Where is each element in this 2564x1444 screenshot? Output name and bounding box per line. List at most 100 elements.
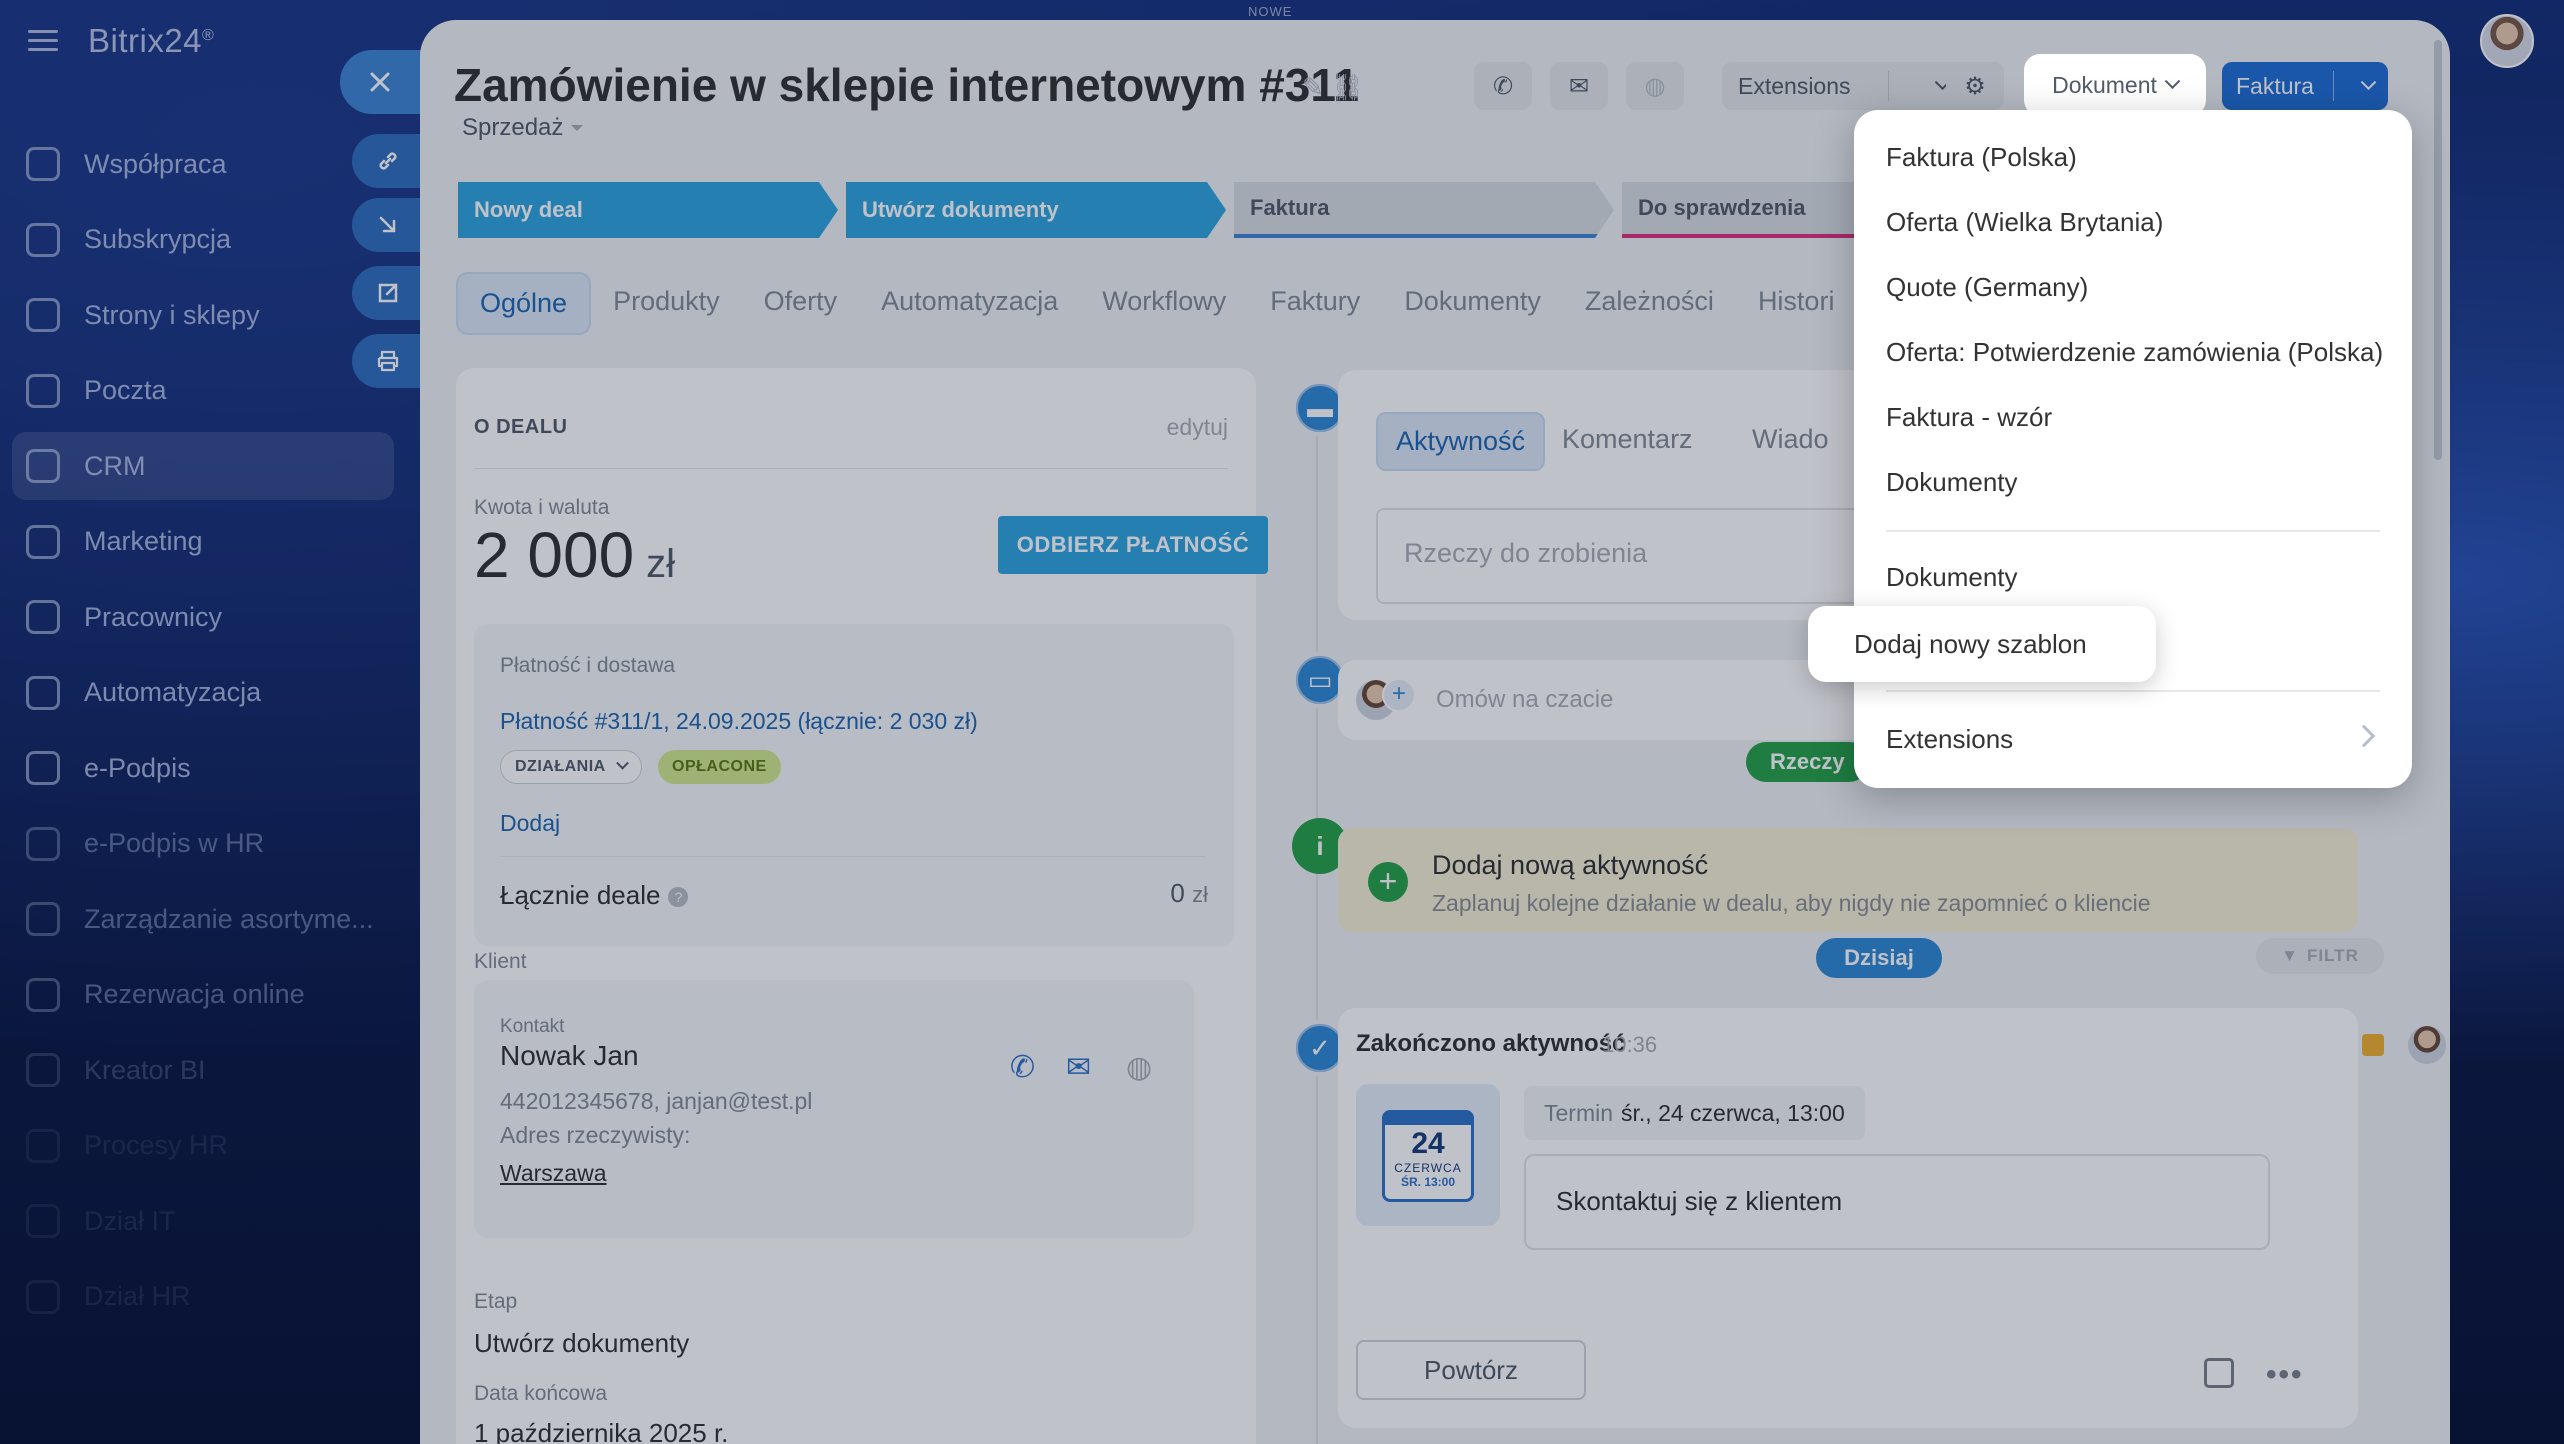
filter-button[interactable]: ▼ FILTR — [2256, 938, 2384, 974]
sidebar-item-9[interactable]: e-Podpis w HR — [12, 810, 394, 878]
link-icon — [379, 152, 397, 170]
sidebar-item-10[interactable]: Zarządzanie asortyme... — [12, 885, 394, 953]
add-activity-hint[interactable]: + Dodaj nową aktywność Zaplanuj kolejne … — [1338, 828, 2358, 932]
chat-icon: ◍ — [1644, 72, 1666, 100]
close-icon — [370, 72, 390, 92]
client-card: Kontakt Nowak Jan 442012345678, janjan@t… — [474, 980, 1194, 1238]
tab-8[interactable]: Histori — [1736, 272, 1857, 335]
chat-icon[interactable]: ◍ — [1126, 1050, 1152, 1085]
color-marker[interactable] — [2362, 1034, 2384, 1056]
sidebar-item-0[interactable]: Współpraca — [12, 130, 394, 198]
signature-icon — [26, 751, 60, 785]
sidebar-item-6[interactable]: Pracownicy — [12, 583, 394, 651]
chevron-down-icon[interactable] — [2360, 73, 2377, 90]
menu-item-quote-de[interactable]: Quote (Germany) — [1886, 272, 2088, 303]
sidebar-item-label: Zarządzanie asortyme... — [84, 903, 374, 934]
responsible-avatar[interactable] — [2408, 1026, 2446, 1064]
add-payment-link[interactable]: Dodaj — [500, 810, 560, 837]
plus-icon[interactable]: + — [1368, 862, 1408, 902]
stage-1[interactable]: Nowy deal — [458, 182, 838, 238]
mail-icon[interactable]: ✉ — [1066, 1050, 1091, 1085]
brand-logo[interactable]: Bitrix24® — [88, 22, 214, 60]
tab-0[interactable]: Ogólne — [456, 272, 592, 335]
repeat-button[interactable]: Powtórz — [1356, 1340, 1586, 1400]
tab-message[interactable]: Wiado — [1734, 412, 1847, 467]
document-button[interactable]: Dokument — [2030, 60, 2200, 110]
copy-link-icon[interactable]: ⛓ — [1331, 72, 1364, 102]
sidebar-item-label: Dział HR — [84, 1281, 191, 1311]
menu-item-offer-uk[interactable]: Oferta (Wielka Brytania) — [1886, 207, 2163, 238]
invoice-button[interactable]: Faktura — [2222, 62, 2388, 110]
gear-icon: ⚙ — [1964, 72, 1986, 100]
menu-item-documents-2[interactable]: Dokumenty — [1886, 562, 2018, 593]
panel-scrollbar[interactable] — [2434, 40, 2442, 460]
sidebar-item-15[interactable]: Dział HR — [12, 1263, 394, 1331]
stage-value: Utwórz dokumenty — [474, 1328, 690, 1358]
menu-item-invoice-template[interactable]: Faktura - wzór — [1886, 402, 2052, 433]
chevron-right-icon — [2352, 724, 2376, 748]
sidebar-item-2[interactable]: Strony i sklepy — [12, 281, 394, 349]
address-label: Adres rzeczywisty: — [500, 1122, 691, 1148]
tab-2[interactable]: Oferty — [742, 272, 860, 335]
activity-time: 10:36 — [1602, 1032, 1658, 1057]
menu-item-documents[interactable]: Dokumenty — [1886, 467, 2018, 498]
menu-item-extensions[interactable]: Extensions — [1886, 724, 2013, 755]
today-badge: Dzisiaj — [1816, 938, 1942, 978]
payment-link[interactable]: Płatność #311/1, 24.09.2025 (łącznie: 2 … — [500, 708, 978, 735]
chat-button[interactable]: ◍ — [1626, 62, 1684, 110]
extensions-button[interactable]: Extensions — [1722, 62, 1964, 110]
email-button[interactable]: ✉ — [1550, 62, 1608, 110]
stage-3[interactable]: Faktura — [1234, 182, 1614, 238]
sidebar-item-1[interactable]: Subskrypcja — [12, 206, 394, 274]
phone-icon[interactable]: ✆ — [1010, 1050, 1035, 1085]
amount-value: 2 000 zł — [474, 519, 676, 591]
tab-6[interactable]: Dokumenty — [1382, 272, 1563, 335]
actions-chip[interactable]: DZIAŁANIA — [500, 750, 642, 784]
sidebar-item-3[interactable]: Poczta — [12, 357, 394, 425]
menu-item-invoice-pl[interactable]: Faktura (Polska) — [1886, 142, 2077, 173]
menu-item-add-template[interactable]: Dodaj nowy szablon — [1808, 606, 2156, 682]
user-avatar[interactable] — [2480, 14, 2534, 68]
add-participant-icon[interactable]: + — [1382, 678, 1416, 712]
tab-activity[interactable]: Aktywność — [1376, 412, 1546, 471]
booking-icon — [26, 977, 60, 1012]
sidebar-item-14[interactable]: Dział IT — [12, 1187, 394, 1255]
title-actions: ✎ ⛓ — [1302, 72, 1364, 103]
address-city[interactable]: Warszawa — [500, 1160, 607, 1187]
stage-2[interactable]: Utwórz dokumenty — [846, 182, 1226, 238]
sidebar-item-8[interactable]: e-Podpis — [12, 734, 394, 802]
tab-comment[interactable]: Komentarz — [1544, 412, 1711, 467]
end-date-value: 1 października 2025 r. — [474, 1418, 729, 1444]
extensions-label: Extensions — [1738, 72, 1851, 99]
completed-activity-card: Zakończono aktywność 10:36 24 CZERWCA ŚR… — [1338, 1008, 2446, 1428]
tab-5[interactable]: Faktury — [1248, 272, 1382, 335]
sidebar-item-label: Strony i sklepy — [84, 299, 260, 330]
pipeline-selector[interactable]: Sprzedaż — [462, 114, 583, 142]
stage-label: Etap — [474, 1290, 518, 1313]
chat-input[interactable]: Omów na czacie — [1436, 686, 1613, 714]
tab-3[interactable]: Automatyzacja — [859, 272, 1080, 335]
note-icon[interactable] — [2204, 1358, 2234, 1388]
sidebar-item-12[interactable]: Kreator BI — [12, 1036, 394, 1104]
sidebar-item-7[interactable]: Automatyzacja — [12, 659, 394, 727]
todo-pill[interactable]: Rzeczy — [1746, 742, 1869, 782]
it-icon — [26, 1204, 60, 1238]
edit-title-icon[interactable]: ✎ — [1302, 72, 1324, 102]
sidebar-item-13[interactable]: Procesy HR — [12, 1112, 394, 1180]
tab-1[interactable]: Produkty — [591, 272, 742, 335]
settings-button[interactable]: ⚙ — [1946, 62, 2004, 110]
menu-icon[interactable] — [28, 30, 58, 52]
sidebar-item-11[interactable]: Rezerwacja online — [12, 961, 394, 1029]
tab-4[interactable]: Workflowy — [1080, 272, 1248, 335]
menu-item-order-confirmation[interactable]: Oferta: Potwierdzenie zamówienia (Polska… — [1886, 337, 2383, 368]
edit-link[interactable]: edytuj — [1167, 414, 1228, 441]
call-button[interactable]: ✆ — [1474, 62, 1532, 110]
help-icon[interactable]: ? — [668, 887, 689, 908]
contact-name[interactable]: Nowak Jan — [500, 1040, 639, 1072]
receive-payment-button[interactable]: ODBIERZ PŁATNOŚĆ — [998, 516, 1268, 574]
tab-7[interactable]: Zależności — [1563, 272, 1736, 335]
more-icon[interactable]: ••• — [2266, 1358, 2304, 1392]
sidebar-item-5[interactable]: Marketing — [12, 508, 394, 576]
sidebar-item-4[interactable]: CRM — [12, 432, 394, 500]
deadline[interactable]: Termin śr., 24 czerwca, 13:00 — [1524, 1086, 1865, 1140]
